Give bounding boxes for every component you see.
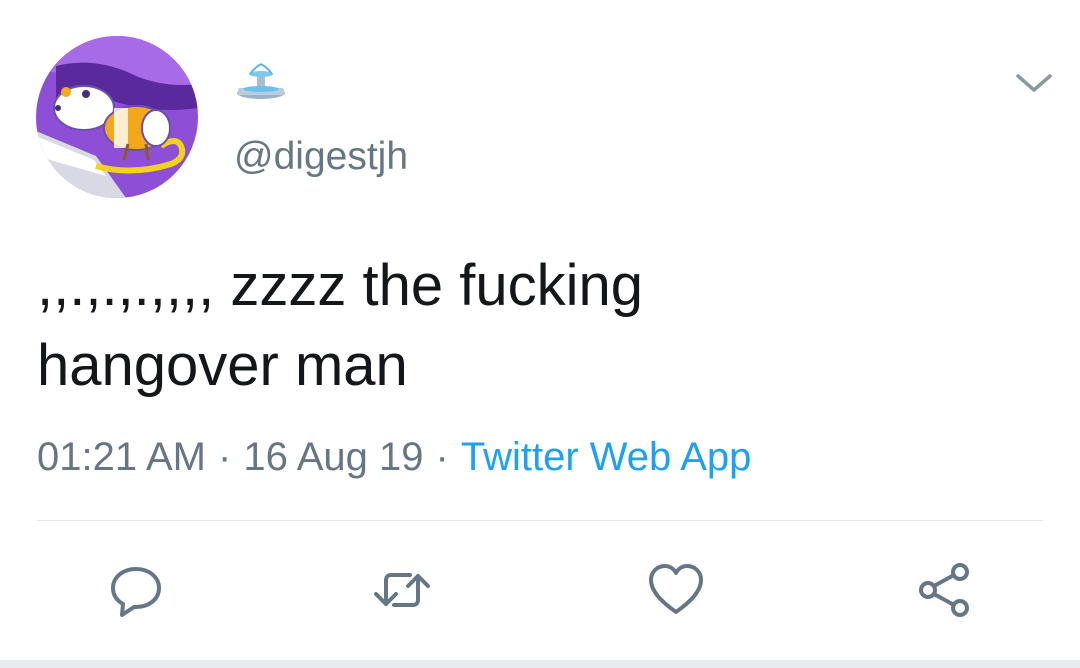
tweet-meta: 01:21 AM · 16 Aug 19 · Twitter Web App bbox=[37, 432, 751, 482]
share-button[interactable] bbox=[914, 560, 974, 620]
user-handle[interactable]: @digestjh bbox=[234, 134, 408, 180]
separator: · bbox=[218, 435, 232, 479]
reply-button[interactable] bbox=[106, 560, 166, 620]
chevron-down-icon[interactable] bbox=[1012, 62, 1056, 106]
tweet-source-link[interactable]: Twitter Web App bbox=[461, 435, 752, 479]
tweet-time[interactable]: 01:21 AM bbox=[37, 435, 206, 479]
avatar-rat-icon bbox=[36, 36, 198, 198]
retweet-button[interactable] bbox=[372, 560, 432, 620]
reply-icon bbox=[111, 567, 161, 617]
separator: · bbox=[435, 435, 449, 479]
bottom-border bbox=[0, 660, 1080, 668]
retweet-icon bbox=[374, 573, 430, 607]
share-icon bbox=[919, 563, 969, 617]
avatar[interactable] bbox=[36, 36, 198, 198]
like-button[interactable] bbox=[646, 560, 706, 620]
tweet-date[interactable]: 16 Aug 19 bbox=[243, 435, 423, 479]
display-name[interactable] bbox=[234, 62, 288, 102]
heart-icon bbox=[649, 564, 703, 614]
divider bbox=[37, 520, 1043, 521]
tweet-text: ,,.,.,.,,,, zzzz the fucking hangover ma… bbox=[37, 253, 643, 398]
fountain-emoji-icon bbox=[237, 63, 285, 99]
